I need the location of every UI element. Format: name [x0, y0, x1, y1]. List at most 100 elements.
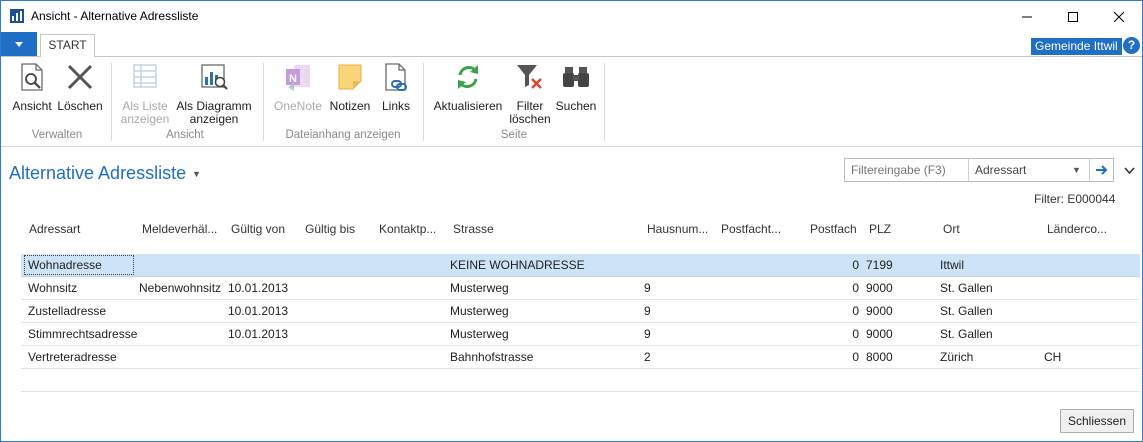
cell-adressart[interactable]: Zustelladresse: [28, 304, 106, 318]
onenote-button[interactable]: N OneNote: [271, 61, 325, 113]
cell-strasse[interactable]: KEINE WOHNADRESSE: [450, 258, 585, 272]
page-title[interactable]: Alternative Adressliste: [9, 163, 186, 184]
sticky-note-icon: [338, 64, 362, 90]
group-divider: [111, 63, 112, 141]
cell-gueltig-von[interactable]: 10.01.2013: [228, 304, 288, 318]
maximize-icon: [1068, 11, 1078, 22]
table-row[interactable]: Wohnsitz Nebenwohnsitz 10.01.2013 Muster…: [21, 277, 1140, 300]
column-header-kontaktperson[interactable]: Kontaktp...: [379, 222, 436, 236]
column-header-ort[interactable]: Ort: [943, 222, 960, 236]
cell-gueltig-von[interactable]: 10.01.2013: [228, 281, 288, 295]
column-header-adressart[interactable]: Adressart: [29, 222, 80, 236]
column-header-postfachtext[interactable]: Postfacht...: [721, 222, 781, 236]
collapse-chevron-button[interactable]: [1124, 163, 1135, 177]
cell-adressart[interactable]: Vertreteradresse: [28, 350, 117, 364]
cell-adressart[interactable]: Stimmrechtsadresse: [28, 327, 137, 341]
links-button[interactable]: Links: [377, 61, 415, 113]
filter-field-select[interactable]: Adressart: [973, 159, 1086, 181]
table-row[interactable]: Zustelladresse 10.01.2013 Musterweg 9 0 …: [21, 300, 1140, 323]
view-document-icon: [21, 63, 43, 91]
delete-button[interactable]: Löschen: [56, 61, 104, 113]
column-header-gueltig-von[interactable]: Gültig von: [231, 222, 285, 236]
column-header-hausnummer[interactable]: Hausnum...: [647, 222, 708, 236]
group-label-dateianhang: Dateianhang anzeigen: [285, 129, 401, 141]
cell-plz[interactable]: 9000: [866, 281, 893, 295]
cell-adressart[interactable]: Wohnadresse: [28, 258, 102, 272]
cell-ort[interactable]: St. Gallen: [940, 327, 993, 341]
cell-adressart[interactable]: Wohnsitz: [28, 281, 77, 295]
cell-plz[interactable]: 9000: [866, 327, 893, 341]
notes-button[interactable]: Notizen: [327, 61, 373, 113]
group-label-seite: Seite: [500, 129, 528, 141]
column-header-plz[interactable]: PLZ: [869, 222, 891, 236]
clear-filter-label-2: löschen: [509, 112, 551, 126]
column-header-laendercode[interactable]: Länderco...: [1047, 222, 1107, 236]
column-header-meldeverhaeltnis[interactable]: Meldeverhäl...: [142, 222, 217, 236]
dropdown-arrow-icon: [15, 41, 23, 47]
tab-start[interactable]: START: [40, 34, 95, 58]
group-label-verwalten: Verwalten: [31, 129, 83, 141]
close-button[interactable]: Schliessen: [1060, 409, 1134, 433]
cell-strasse[interactable]: Bahnhofstrasse: [450, 350, 533, 364]
cell-strasse[interactable]: Musterweg: [450, 304, 509, 318]
minimize-button[interactable]: [1004, 1, 1050, 32]
search-button[interactable]: Suchen: [555, 61, 597, 113]
links-label: Links: [381, 99, 410, 113]
cell-gueltig-von[interactable]: 10.01.2013: [228, 327, 288, 341]
close-window-button[interactable]: [1096, 1, 1142, 32]
clear-filter-button[interactable]: Filter löschen: [509, 61, 551, 126]
view-button[interactable]: Ansicht: [10, 61, 54, 113]
cell-ort[interactable]: Zürich: [940, 350, 973, 364]
cell-strasse[interactable]: Musterweg: [450, 327, 509, 341]
cell-ort[interactable]: St. Gallen: [940, 281, 993, 295]
ribbon: Ansicht Löschen Verwalten Als Liste anze…: [1, 57, 1142, 147]
group-divider: [423, 63, 424, 141]
chevron-down-icon: [1124, 167, 1135, 175]
chevron-down-icon[interactable]: ▼: [1072, 159, 1081, 181]
show-as-list-button[interactable]: Als Liste anzeigen: [117, 61, 173, 126]
show-as-chart-label-2: anzeigen: [189, 112, 239, 126]
empty-new-row[interactable]: [21, 369, 1140, 392]
column-header-gueltig-bis[interactable]: Gültig bis: [305, 222, 355, 236]
table-row[interactable]: Vertreteradresse Bahnhofstrasse 2 0 8000…: [21, 346, 1140, 369]
cell-hausnummer[interactable]: 9: [644, 281, 651, 295]
company-badge[interactable]: Gemeinde Ittwil: [1031, 38, 1122, 55]
link-document-icon: [385, 63, 407, 91]
table-row[interactable]: Stimmrechtsadresse 10.01.2013 Musterweg …: [21, 323, 1140, 346]
cell-ort[interactable]: Ittwil: [940, 258, 964, 272]
delete-x-icon: [67, 64, 93, 90]
apply-filter-button[interactable]: [1089, 159, 1114, 181]
app-menu-button[interactable]: [1, 32, 37, 56]
cell-hausnummer[interactable]: 9: [644, 304, 651, 318]
cell-postfach[interactable]: 0: [821, 327, 859, 341]
ribbon-tab-row: START Gemeinde Ittwil ?: [1, 32, 1142, 58]
maximize-button[interactable]: [1050, 1, 1096, 32]
title-bar: Ansicht - Alternative Adressliste: [1, 1, 1142, 32]
page-title-dropdown-icon[interactable]: ▼: [192, 169, 201, 179]
cell-hausnummer[interactable]: 9: [644, 327, 651, 341]
column-header-postfach[interactable]: Postfach: [810, 222, 857, 236]
close-icon: [1114, 11, 1124, 22]
cell-strasse[interactable]: Musterweg: [450, 281, 509, 295]
cell-plz[interactable]: 9000: [866, 304, 893, 318]
cell-meldeverhaeltnis[interactable]: Nebenwohnsitz: [139, 281, 221, 295]
cell-laendercode[interactable]: CH: [1044, 350, 1061, 364]
arrow-right-icon: [1096, 165, 1108, 175]
cell-plz[interactable]: 8000: [866, 350, 893, 364]
help-button[interactable]: ?: [1123, 37, 1140, 54]
cell-postfach[interactable]: 0: [821, 350, 859, 364]
filter-input[interactable]: [845, 159, 969, 181]
cell-hausnummer[interactable]: 2: [644, 350, 651, 364]
delete-button-label: Löschen: [57, 99, 103, 113]
column-header-strasse[interactable]: Strasse: [453, 222, 494, 236]
show-as-chart-button[interactable]: Als Diagramm anzeigen: [175, 61, 253, 126]
clear-filter-icon: [517, 65, 542, 89]
chart-view-icon: [201, 64, 228, 90]
cell-postfach[interactable]: 0: [821, 258, 859, 272]
cell-postfach[interactable]: 0: [821, 281, 859, 295]
cell-postfach[interactable]: 0: [821, 304, 859, 318]
cell-ort[interactable]: St. Gallen: [940, 304, 993, 318]
refresh-button[interactable]: Aktualisieren: [431, 61, 505, 113]
cell-plz[interactable]: 7199: [866, 258, 893, 272]
table-row[interactable]: Wohnadresse KEINE WOHNADRESSE 0 7199 Itt…: [21, 254, 1140, 277]
